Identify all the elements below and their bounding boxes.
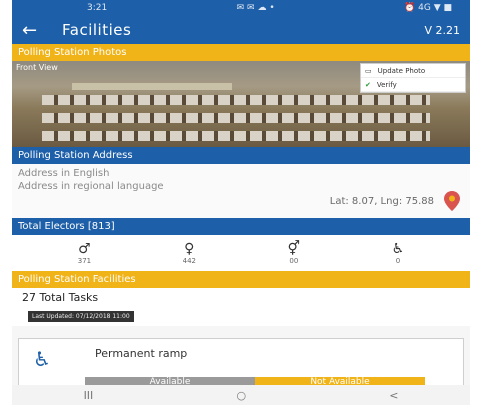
photo-view-label: Front View — [16, 63, 58, 72]
recent-apps-icon[interactable]: III — [84, 389, 94, 402]
address-regional: Address in regional language — [18, 181, 164, 192]
photo-banner — [72, 83, 232, 90]
check-icon: ✔ — [365, 80, 371, 89]
update-photo-item[interactable]: ▭ Update Photo — [361, 64, 465, 78]
photo-floor-3 — [42, 131, 430, 141]
address-english: Address in English — [18, 168, 110, 179]
back-arrow-icon[interactable]: ← — [22, 20, 52, 41]
status-time: 3:21 — [87, 3, 108, 13]
facility-card: ♿ Permanent ramp Available Not Available — [18, 338, 464, 388]
system-nav-bar: III ○ < — [12, 385, 470, 405]
female-count: 442 — [182, 257, 196, 265]
map-pin-icon[interactable] — [444, 191, 460, 211]
verify-label: Verify — [376, 80, 397, 89]
male-icon: ♂ — [78, 241, 91, 257]
app-frame: 3:21 ✉ ✉ ☁ • ⏰ 4G ▼ ■ ← Facilities V 2.2… — [12, 0, 470, 405]
address-section-header: Polling Station Address — [12, 147, 470, 164]
transgender-icon: ⚥ — [287, 241, 301, 257]
app-bar: ← Facilities V 2.21 — [12, 16, 470, 44]
address-block: Address in English Address in regional l… — [12, 164, 470, 218]
lat-lng-text: Lat: 8.07, Lng: 75.88 — [329, 196, 434, 207]
last-updated-text: Last Updated: 07/12/2018 11:00 — [28, 310, 134, 322]
last-updated-stamp: Last Updated: 07/12/2018 11:00 — [12, 306, 470, 326]
photo-floor-2 — [42, 113, 430, 123]
camera-icon: ▭ — [365, 66, 372, 75]
electors-transgender: ⚥ 00 — [288, 241, 301, 265]
polling-station-photo[interactable]: Front View ▭ Update Photo ✔ Verify — [12, 61, 470, 147]
version-label: V 2.21 — [424, 23, 460, 37]
total-tasks: 27 Total Tasks — [12, 288, 470, 306]
electors-female: ♀ 442 — [183, 241, 196, 265]
transgender-count: 00 — [289, 257, 299, 265]
home-icon[interactable]: ○ — [236, 389, 246, 402]
electors-row: ♂ 371 ♀ 442 ⚥ 00 ♿ 0 — [12, 235, 470, 271]
photos-section-header: Polling Station Photos — [12, 44, 470, 61]
pwd-count: 0 — [395, 257, 401, 265]
status-bar: 3:21 ✉ ✉ ☁ • ⏰ 4G ▼ ■ — [12, 0, 470, 16]
page-title: Facilities — [62, 21, 132, 39]
status-icons-left: ✉ ✉ ☁ • — [236, 3, 275, 13]
wheelchair-icon: ♿ — [391, 241, 405, 257]
female-icon: ♀ — [184, 241, 195, 257]
ramp-wheelchair-icon: ♿ — [33, 347, 51, 371]
status-icons-right: ⏰ 4G ▼ ■ — [404, 3, 452, 13]
facilities-section-header: Polling Station Facilities — [12, 271, 470, 288]
electors-section-header: Total Electors [813] — [12, 218, 470, 235]
male-count: 371 — [77, 257, 92, 265]
verify-item[interactable]: ✔ Verify — [361, 78, 465, 92]
electors-pwd: ♿ 0 — [392, 241, 405, 265]
photo-floor-1 — [42, 95, 430, 105]
back-nav-icon[interactable]: < — [389, 389, 398, 402]
photo-menu: ▭ Update Photo ✔ Verify — [360, 63, 466, 93]
electors-male: ♂ 371 — [78, 241, 91, 265]
facility-name: Permanent ramp — [95, 347, 188, 360]
update-photo-label: Update Photo — [377, 66, 426, 75]
